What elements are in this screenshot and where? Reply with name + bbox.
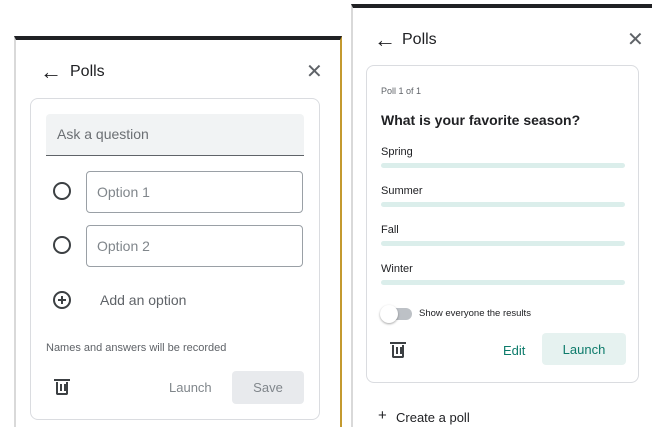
result-bar-spring bbox=[381, 163, 625, 168]
trash-icon[interactable] bbox=[390, 342, 406, 358]
option-1-radio bbox=[53, 182, 71, 200]
question-input[interactable]: Ask a question bbox=[46, 114, 304, 156]
poll-form-card: Ask a question Option 1 Option 2 Add an … bbox=[30, 98, 320, 420]
save-button[interactable]: Save bbox=[232, 371, 304, 404]
edit-button[interactable]: Edit bbox=[503, 343, 525, 358]
result-bar-summer bbox=[381, 202, 625, 207]
show-results-toggle[interactable] bbox=[380, 305, 412, 323]
back-arrow-icon[interactable]: ← bbox=[40, 61, 62, 83]
option-label-fall: Fall bbox=[381, 224, 399, 236]
poll-preview-panel: ← Polls ✕ Poll 1 of 1 What is your favor… bbox=[351, 4, 652, 427]
show-results-label: Show everyone the results bbox=[419, 308, 531, 319]
back-arrow-icon[interactable]: ← bbox=[374, 29, 396, 51]
option-2-radio bbox=[53, 236, 71, 254]
launch-button[interactable]: Launch bbox=[169, 380, 212, 395]
close-icon[interactable]: ✕ bbox=[627, 29, 644, 51]
add-option-button[interactable]: Add an option bbox=[100, 292, 186, 308]
option-label-spring: Spring bbox=[381, 146, 413, 158]
option-2-placeholder: Option 2 bbox=[97, 238, 150, 254]
poll-card: Poll 1 of 1 What is your favorite season… bbox=[366, 65, 639, 383]
recording-notice: Names and answers will be recorded bbox=[46, 342, 227, 354]
result-bar-winter bbox=[381, 280, 625, 285]
toggle-knob bbox=[380, 305, 398, 323]
poll-preview-header: ← Polls ✕ bbox=[353, 24, 652, 56]
launch-button[interactable]: Launch bbox=[542, 333, 626, 365]
panel-title: Polls bbox=[70, 63, 105, 80]
question-placeholder: Ask a question bbox=[57, 126, 149, 142]
poll-editor-panel: ← Polls ✕ Ask a question Option 1 Option… bbox=[14, 36, 342, 427]
close-icon[interactable]: ✕ bbox=[306, 61, 323, 83]
poll-editor-header: ← Polls ✕ bbox=[16, 56, 340, 88]
option-2-input[interactable]: Option 2 bbox=[86, 225, 303, 267]
create-poll-label: Create a poll bbox=[396, 410, 470, 425]
option-label-winter: Winter bbox=[381, 263, 413, 275]
poll-counter: Poll 1 of 1 bbox=[381, 86, 422, 96]
plus-icon: + bbox=[378, 407, 387, 424]
result-bar-fall bbox=[381, 241, 625, 246]
option-1-input[interactable]: Option 1 bbox=[86, 171, 303, 213]
option-label-summer: Summer bbox=[381, 185, 423, 197]
panel-title: Polls bbox=[402, 31, 437, 48]
option-1-placeholder: Option 1 bbox=[97, 184, 150, 200]
add-circle-icon[interactable] bbox=[53, 291, 71, 309]
poll-question: What is your favorite season? bbox=[381, 112, 581, 128]
trash-icon[interactable] bbox=[54, 379, 70, 395]
